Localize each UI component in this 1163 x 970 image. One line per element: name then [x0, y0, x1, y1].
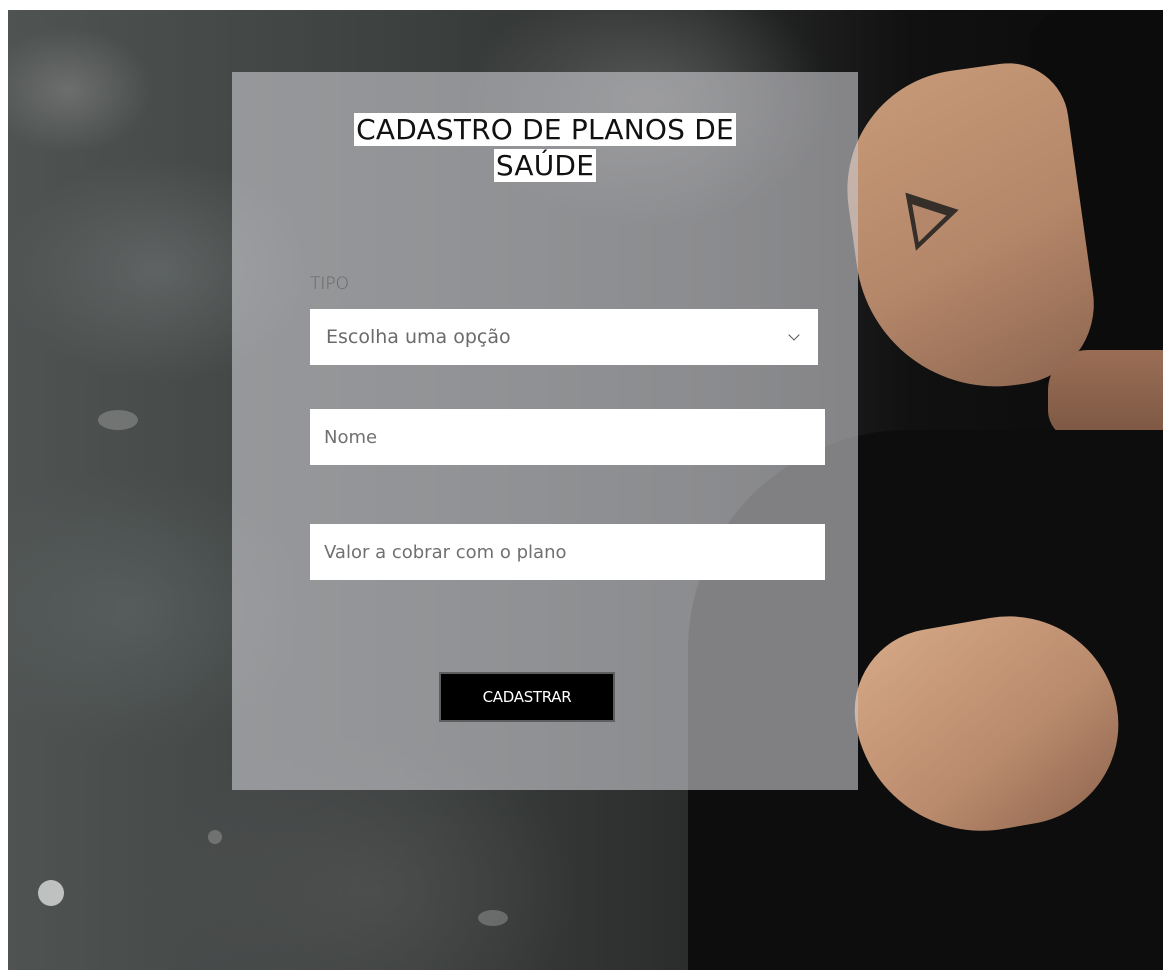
type-select-value: Escolha uma opção [326, 326, 511, 348]
title-line-1: CADASTRO DE PLANOS DE [354, 113, 736, 146]
name-input[interactable] [310, 409, 825, 465]
background-pebble [208, 830, 222, 844]
page: CADASTRO DE PLANOS DE SAÚDE TIPO Escolha… [0, 0, 1163, 970]
plan-value-input[interactable] [310, 524, 825, 580]
background-pebble [98, 410, 138, 430]
form-card: CADASTRO DE PLANOS DE SAÚDE TIPO Escolha… [232, 72, 858, 790]
page-title: CADASTRO DE PLANOS DE SAÚDE [232, 112, 858, 184]
register-button[interactable]: CADASTRAR [439, 672, 615, 722]
background-pebble [38, 880, 64, 906]
type-label: TIPO [310, 274, 350, 294]
background-pebble [478, 910, 508, 926]
chevron-down-icon [788, 329, 800, 341]
type-select[interactable]: Escolha uma opção [310, 309, 818, 365]
background-person-arm [831, 55, 1105, 405]
title-line-2: SAÚDE [493, 149, 597, 182]
